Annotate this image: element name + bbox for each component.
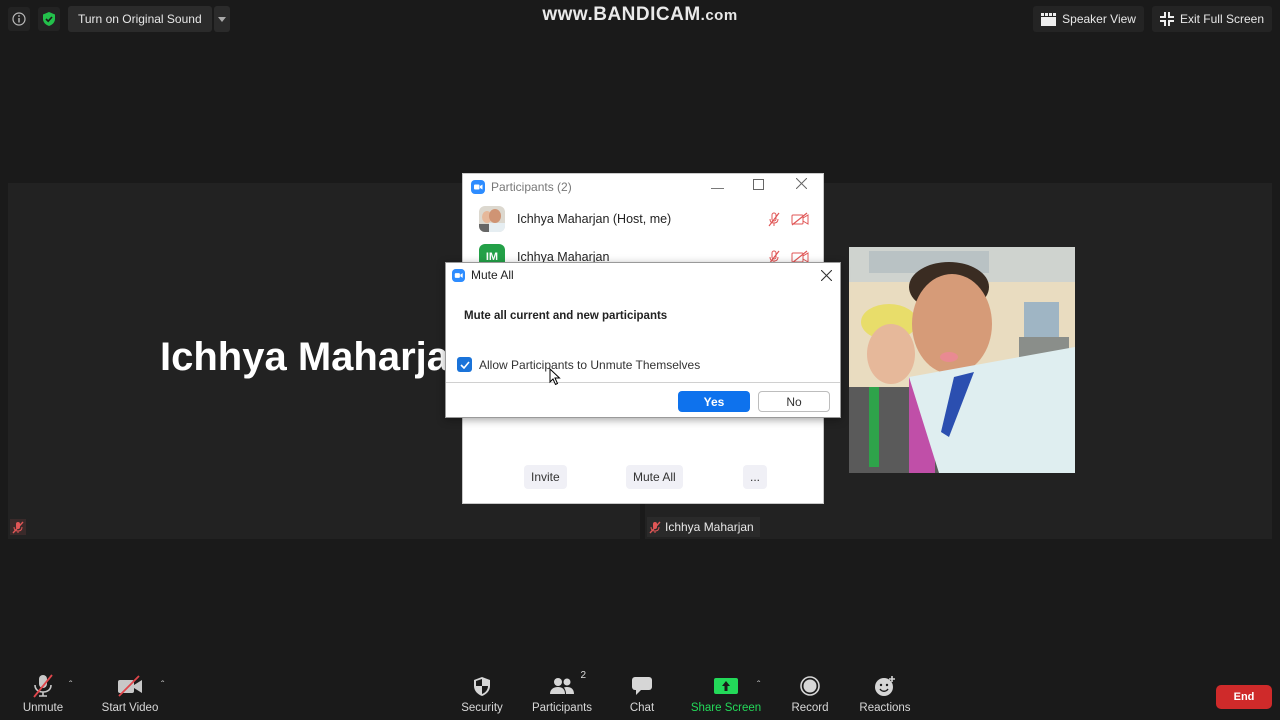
close-icon — [820, 269, 833, 282]
start-video-button[interactable]: Start Video — [90, 674, 170, 714]
zoom-meeting-window: Turn on Original Sound www.BANDICAM.com … — [0, 0, 1280, 720]
reactions-button[interactable]: Reactions — [845, 674, 925, 714]
maximize-button[interactable] — [753, 178, 764, 193]
dialog-footer: Yes No — [446, 382, 840, 417]
allow-unmute-label: Allow Participants to Unmute Themselves — [479, 357, 701, 372]
exit-fullscreen-icon — [1159, 12, 1174, 26]
reactions-label: Reactions — [859, 702, 911, 714]
tile-muted-indicator — [10, 519, 26, 535]
security-label: Security — [461, 702, 503, 714]
participants-panel-footer: Invite Mute All ... — [463, 465, 823, 489]
dialog-message: Mute all current and new participants — [464, 310, 668, 322]
mouse-pointer-icon — [549, 368, 561, 386]
profile-photo-image — [849, 247, 1075, 473]
zoom-logo-icon — [471, 180, 485, 194]
participant-name-tag: Ichhya Maharjan — [647, 517, 760, 537]
chat-label: Chat — [629, 702, 655, 714]
video-off-icon[interactable] — [791, 212, 809, 226]
share-screen-icon — [714, 678, 738, 694]
speaker-view-label: Speaker View — [1062, 12, 1136, 26]
participant-name: Ichhya Maharjan (Host, me) — [517, 212, 672, 226]
chat-button[interactable]: Chat — [602, 674, 682, 714]
participants-icon — [550, 678, 574, 694]
speaker-view-icon — [1041, 12, 1057, 26]
meeting-toolbar: Unmute ˆ Start Video ˆ Security 2 Partic… — [0, 666, 1280, 720]
maximize-icon — [753, 179, 764, 190]
security-shield-icon — [474, 676, 490, 696]
name-tag-label: Ichhya Maharjan — [665, 520, 754, 534]
participants-panel-titlebar: Participants (2) — [463, 174, 823, 200]
record-icon — [800, 676, 820, 696]
top-right-controls: Speaker View Exit Full Screen — [1033, 6, 1272, 32]
participants-label: Participants — [531, 702, 593, 714]
mic-muted-icon — [12, 521, 24, 533]
exit-fullscreen-button[interactable]: Exit Full Screen — [1151, 6, 1272, 32]
participant-display-name: Ichhya Maharja — [160, 335, 450, 379]
share-options-caret[interactable]: ˆ — [757, 680, 760, 691]
mute-all-dialog: Mute All Mute all current and new partic… — [445, 262, 841, 418]
dialog-title: Mute All — [471, 268, 514, 282]
share-screen-button[interactable]: Share Screen — [686, 674, 766, 714]
no-button[interactable]: No — [758, 391, 830, 412]
participants-count: 2 — [580, 670, 586, 681]
dialog-titlebar: Mute All — [452, 268, 514, 282]
unmute-label: Unmute — [22, 702, 64, 714]
allow-unmute-checkbox[interactable] — [457, 357, 472, 372]
watermark-suffix: .com — [700, 7, 738, 24]
profile-photo — [849, 247, 1075, 473]
security-button[interactable]: Security — [442, 674, 522, 714]
participant-avatar — [479, 206, 505, 232]
record-button[interactable]: Record — [770, 674, 850, 714]
dialog-close-button[interactable] — [820, 266, 833, 286]
zoom-logo-icon — [452, 268, 465, 282]
minimize-button[interactable]: — — [711, 180, 724, 195]
participant-status-icons — [767, 212, 809, 227]
close-panel-button[interactable] — [795, 177, 808, 192]
checkmark-icon — [459, 360, 470, 369]
mic-muted-icon — [649, 521, 661, 533]
exit-fullscreen-label: Exit Full Screen — [1179, 12, 1264, 26]
minimize-icon: — — [711, 180, 724, 195]
more-options-button[interactable]: ... — [743, 465, 768, 489]
allow-unmute-option[interactable]: Allow Participants to Unmute Themselves — [457, 357, 700, 372]
record-label: Record — [791, 702, 829, 714]
start-video-label: Start Video — [101, 702, 159, 714]
close-icon — [795, 177, 808, 190]
invite-button[interactable]: Invite — [524, 465, 567, 489]
audio-options-caret[interactable]: ˆ — [69, 680, 72, 691]
mic-muted-icon[interactable] — [767, 212, 781, 227]
chat-icon — [632, 677, 652, 695]
end-meeting-button[interactable]: End — [1216, 685, 1272, 709]
video-options-caret[interactable]: ˆ — [161, 680, 164, 691]
participant-row[interactable]: Ichhya Maharjan (Host, me) — [463, 200, 823, 238]
reactions-smiley-icon — [875, 676, 895, 696]
participants-button[interactable]: 2 Participants — [522, 670, 602, 714]
participants-panel-title: Participants (2) — [491, 180, 572, 194]
speaker-view-button[interactable]: Speaker View — [1033, 6, 1144, 32]
watermark-main: www.BANDICAM — [542, 4, 701, 25]
yes-button[interactable]: Yes — [678, 391, 750, 412]
share-screen-label: Share Screen — [690, 702, 762, 714]
video-off-icon — [118, 675, 142, 697]
mute-all-button[interactable]: Mute All — [626, 465, 683, 489]
mic-muted-icon — [33, 674, 53, 698]
